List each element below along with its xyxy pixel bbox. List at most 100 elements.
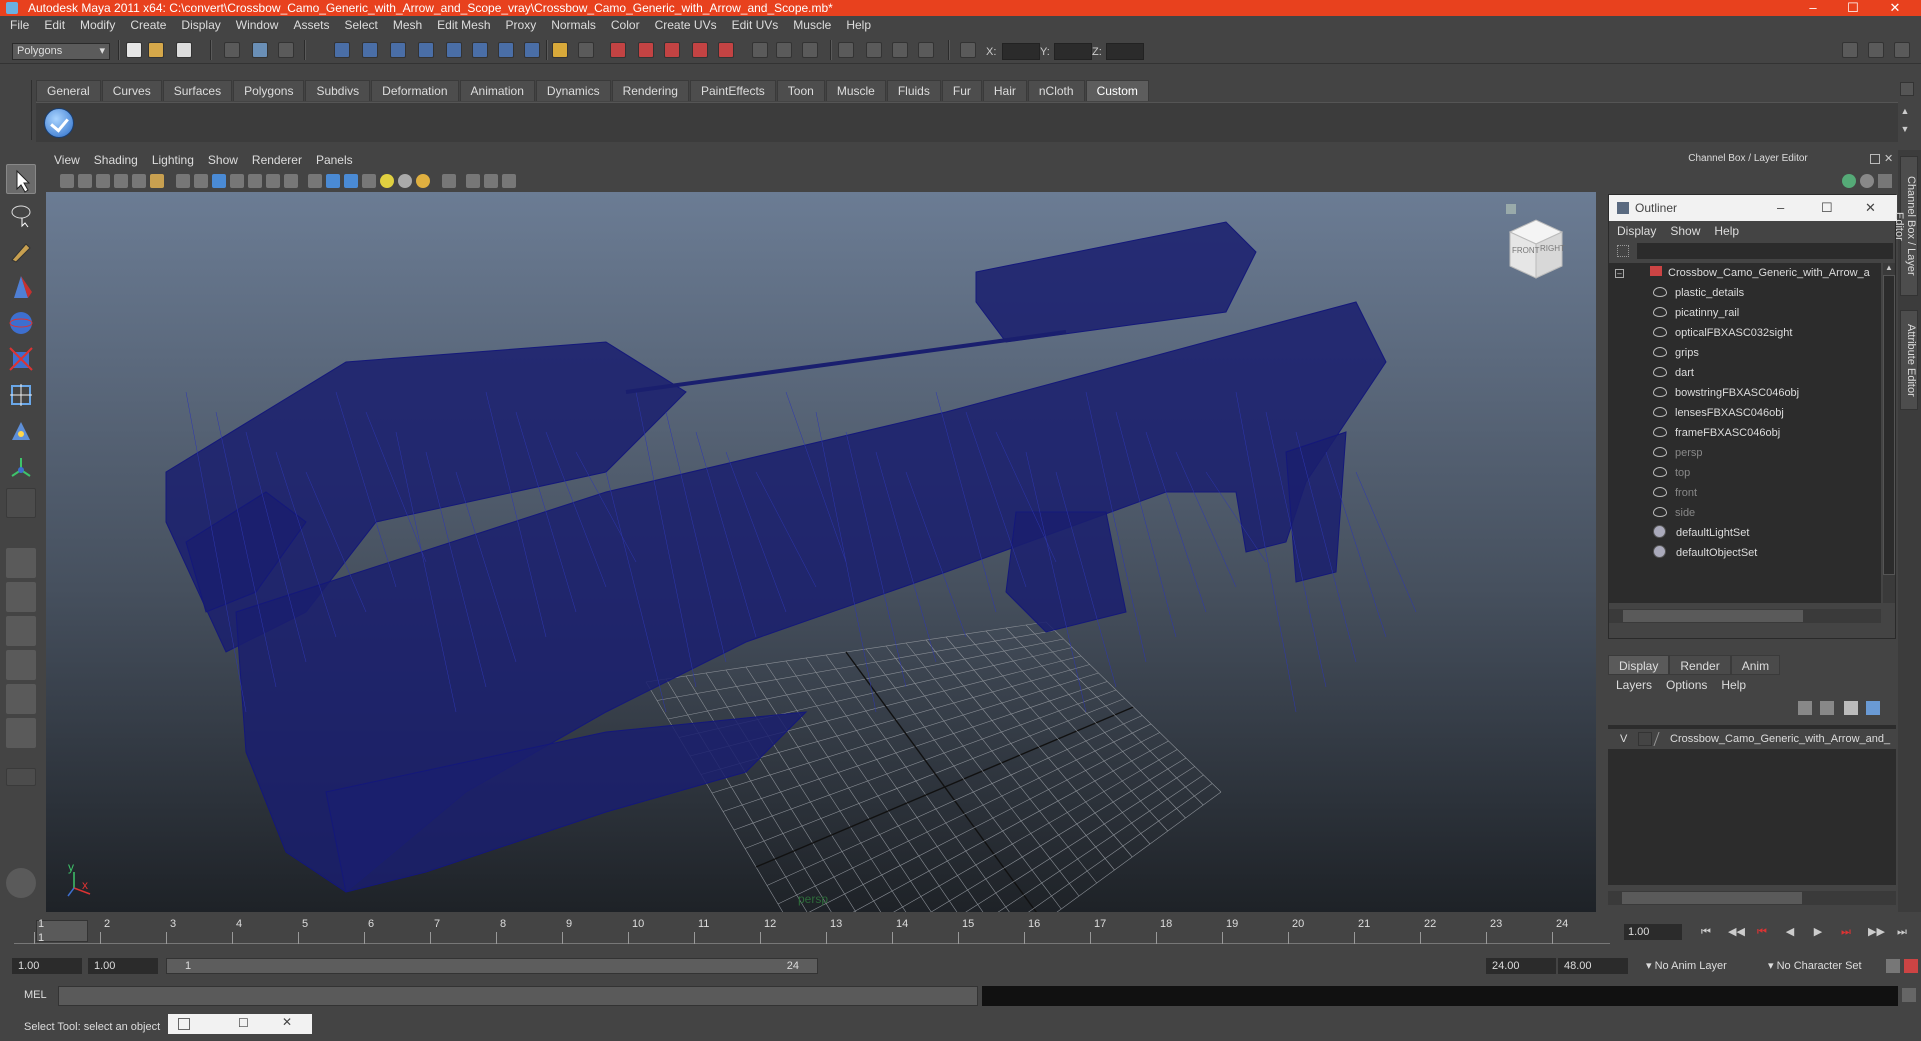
- dock-close-icon[interactable]: ✕: [1884, 152, 1893, 165]
- channel-box-icon-3[interactable]: [1878, 174, 1892, 188]
- dock-float-icon[interactable]: [1870, 154, 1880, 164]
- view-cube[interactable]: FRONT RIGHT: [1506, 214, 1565, 279]
- shadows-icon[interactable]: [416, 174, 430, 188]
- layer-down-icon[interactable]: [1820, 701, 1834, 715]
- select-hierarchy-icon[interactable]: [224, 42, 240, 58]
- checkmark-icon[interactable]: [44, 108, 74, 138]
- shelf-tab-ncloth[interactable]: nCloth: [1027, 80, 1085, 101]
- list-item[interactable]: – Crossbow_Camo_Generic_with_Arrow_a: [1615, 263, 1870, 283]
- layer-menu-layers[interactable]: Layers: [1616, 678, 1652, 692]
- outliner-layout-icon[interactable]: [6, 616, 36, 646]
- menu-create-uvs[interactable]: Create UVs: [655, 18, 717, 32]
- scroll-thumb[interactable]: [1623, 610, 1803, 622]
- transform-input-icon[interactable]: [960, 42, 976, 58]
- list-item[interactable]: plastic_details: [1653, 283, 1744, 303]
- move-tool-icon[interactable]: [6, 272, 36, 302]
- close-icon[interactable]: ✕: [282, 1015, 292, 1029]
- menu-assets[interactable]: Assets: [293, 18, 329, 32]
- restore-icon[interactable]: ☐: [238, 1016, 249, 1030]
- layer-menu-help[interactable]: Help: [1721, 678, 1746, 692]
- menu-edit[interactable]: Edit: [44, 18, 65, 32]
- two-d-pan-icon[interactable]: [132, 174, 146, 188]
- animation-prefs-icon[interactable]: [1904, 959, 1918, 973]
- shelf-tab-dynamics[interactable]: Dynamics: [535, 80, 611, 101]
- list-item[interactable]: persp: [1653, 443, 1703, 463]
- render-toggle-icon[interactable]: [866, 42, 882, 58]
- ipr-render-icon[interactable]: [638, 42, 654, 58]
- select-object-icon[interactable]: [252, 42, 268, 58]
- outliner-filter-icon[interactable]: [1617, 245, 1629, 257]
- menu-modify[interactable]: Modify: [80, 18, 115, 32]
- go-to-start-icon[interactable]: ⏮: [1700, 926, 1712, 938]
- shelf-tab-deformation[interactable]: Deformation: [371, 80, 459, 101]
- render-layout-icon[interactable]: [6, 718, 36, 748]
- menu-file[interactable]: File: [10, 18, 29, 32]
- play-forwards-icon[interactable]: ▶: [1812, 926, 1824, 938]
- sculpt-icon[interactable]: [752, 42, 768, 58]
- tab-display[interactable]: Display: [1608, 655, 1670, 675]
- scroll-thumb[interactable]: [1883, 275, 1895, 575]
- outliner-maximize-button[interactable]: ☐: [1821, 195, 1833, 221]
- new-layer-selected-icon[interactable]: [1866, 701, 1880, 715]
- shelf-editor-icon[interactable]: [802, 42, 818, 58]
- view-cube-front-label[interactable]: FRONT: [1512, 246, 1540, 255]
- shelf-tab-hair[interactable]: Hair: [982, 80, 1027, 101]
- minimized-window[interactable]: ☐ ✕: [168, 1014, 312, 1034]
- select-tool-icon[interactable]: [6, 164, 36, 194]
- layer-color-icon[interactable]: [1653, 732, 1671, 746]
- shelf-scroll-down-icon[interactable]: ▼: [1898, 124, 1912, 138]
- channel-box-toggle-icon[interactable]: [1894, 42, 1910, 58]
- shelf-tab-fluids[interactable]: Fluids: [886, 80, 941, 101]
- scroll-up-icon[interactable]: ▲: [1883, 263, 1895, 275]
- command-input[interactable]: [58, 986, 978, 1006]
- menu-muscle[interactable]: Muscle: [793, 18, 831, 32]
- list-item[interactable]: frameFBXASC046obj: [1653, 423, 1780, 443]
- vp-menu-panels[interactable]: Panels: [316, 153, 353, 167]
- maximize-button[interactable]: ☐: [1835, 0, 1871, 16]
- menu-proxy[interactable]: Proxy: [506, 18, 537, 32]
- menu-edit-mesh[interactable]: Edit Mesh: [437, 18, 490, 32]
- menu-mesh[interactable]: Mesh: [393, 18, 422, 32]
- select-component-icon[interactable]: [278, 42, 294, 58]
- shelf-tab-animation[interactable]: Animation: [459, 80, 535, 101]
- open-scene-icon[interactable]: [148, 42, 164, 58]
- list-item[interactable]: bowstringFBXASC046obj: [1653, 383, 1799, 403]
- xray-toggle-icon[interactable]: [892, 42, 908, 58]
- attribute-editor-toggle-icon[interactable]: [1842, 42, 1858, 58]
- safe-action-icon[interactable]: [266, 174, 280, 188]
- snap-plane-icon[interactable]: [418, 42, 434, 58]
- vp-menu-show[interactable]: Show: [208, 153, 238, 167]
- list-item[interactable]: defaultLightSet: [1653, 523, 1749, 543]
- vp-menu-renderer[interactable]: Renderer: [252, 153, 302, 167]
- character-set-dropdown[interactable]: ▾ No Character Set: [1762, 958, 1882, 974]
- snap-live-icon[interactable]: [446, 42, 462, 58]
- shelf-options-icon[interactable]: [1900, 82, 1914, 96]
- outliner-menu-help[interactable]: Help: [1714, 224, 1739, 238]
- save-scene-icon[interactable]: [176, 42, 192, 58]
- film-gate-icon[interactable]: [194, 174, 208, 188]
- script-editor-icon[interactable]: [1902, 988, 1916, 1002]
- history-icon[interactable]: [552, 42, 568, 58]
- list-item[interactable]: defaultObjectSet: [1653, 543, 1757, 563]
- end-time-field[interactable]: 48.00: [1558, 958, 1628, 974]
- new-scene-icon[interactable]: [126, 42, 142, 58]
- minimize-button[interactable]: –: [1795, 0, 1831, 16]
- shelf-handle[interactable]: [14, 80, 32, 140]
- menu-normals[interactable]: Normals: [551, 18, 596, 32]
- outliner-horizontal-scrollbar[interactable]: [1609, 609, 1881, 623]
- menu-window[interactable]: Window: [236, 18, 279, 32]
- xray-components-icon[interactable]: [502, 174, 516, 188]
- home-icon[interactable]: [1506, 204, 1516, 214]
- textured-icon[interactable]: [362, 174, 376, 188]
- brush-settings-icon[interactable]: [6, 868, 36, 898]
- isolate-select-icon[interactable]: [442, 174, 456, 188]
- tab-attribute-editor[interactable]: Attribute Editor: [1900, 310, 1918, 410]
- display-toggle-icon[interactable]: [838, 42, 854, 58]
- outliner-close-button[interactable]: ✕: [1865, 195, 1876, 221]
- layer-template-toggle[interactable]: [1638, 732, 1652, 746]
- lasso-tool-icon[interactable]: [6, 200, 36, 230]
- grease-pencil-icon[interactable]: [150, 174, 164, 188]
- snap-help-icon[interactable]: [524, 42, 540, 58]
- start-time-field[interactable]: 1.00: [12, 958, 82, 974]
- vp-menu-lighting[interactable]: Lighting: [152, 153, 194, 167]
